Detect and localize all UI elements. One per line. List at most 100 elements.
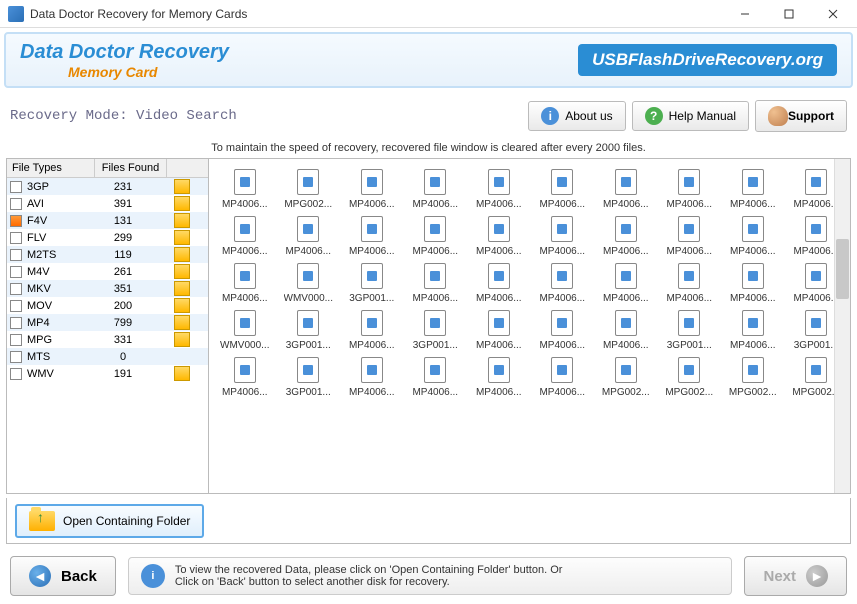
file-item[interactable]: MP4006...: [467, 212, 531, 257]
file-item[interactable]: MP4006...: [467, 353, 531, 398]
file-item[interactable]: MP4006...: [467, 306, 531, 351]
file-item[interactable]: MP4006...: [404, 212, 468, 257]
file-type-row[interactable]: MPG331: [7, 331, 208, 348]
folder-icon: [29, 511, 55, 531]
file-type-icon: [10, 232, 22, 244]
file-icon: [488, 216, 510, 242]
file-icon: [488, 263, 510, 289]
file-item[interactable]: MP4006...: [277, 212, 341, 257]
file-types-header: File Types Files Found: [7, 159, 208, 178]
file-item[interactable]: MP4006...: [721, 212, 785, 257]
file-label: MP4006...: [793, 246, 839, 257]
col-files-found: Files Found: [95, 159, 167, 177]
file-item[interactable]: MP4006...: [467, 259, 531, 304]
file-item[interactable]: MP4006...: [594, 212, 658, 257]
file-icon: [424, 310, 446, 336]
file-label: MP4006...: [603, 199, 649, 210]
file-type-bar: [174, 230, 190, 245]
info-strip: To maintain the speed of recovery, recov…: [0, 140, 857, 156]
scrollbar-thumb[interactable]: [836, 239, 849, 299]
file-item[interactable]: 3GP001...: [340, 259, 404, 304]
file-type-row[interactable]: M2TS119: [7, 246, 208, 263]
file-item[interactable]: MP4006...: [213, 259, 277, 304]
window-title: Data Doctor Recovery for Memory Cards: [30, 7, 723, 21]
file-item[interactable]: MP4006...: [531, 353, 595, 398]
file-type-row[interactable]: M4V261: [7, 263, 208, 280]
file-label: 3GP001...: [794, 340, 839, 351]
file-icon: [297, 216, 319, 242]
file-type-row[interactable]: MP4799: [7, 314, 208, 331]
file-item[interactable]: MP4006...: [658, 165, 722, 210]
file-item[interactable]: MP4006...: [404, 259, 468, 304]
file-icon: [361, 216, 383, 242]
file-types-list[interactable]: 3GP231AVI391F4V131FLV299M2TS119M4V261MKV…: [7, 178, 208, 493]
help-label: Help Manual: [669, 109, 736, 123]
maximize-button[interactable]: [767, 0, 811, 27]
file-item[interactable]: MP4006...: [658, 212, 722, 257]
file-item[interactable]: MP4006...: [340, 212, 404, 257]
file-grid[interactable]: MP4006...MPG002...MP4006...MP4006...MP40…: [209, 159, 850, 402]
file-type-row[interactable]: MKV351: [7, 280, 208, 297]
file-item[interactable]: MP4006...: [340, 306, 404, 351]
open-folder-row: Open Containing Folder: [6, 498, 851, 544]
file-item[interactable]: MP4006...: [531, 306, 595, 351]
file-item[interactable]: MPG002...: [721, 353, 785, 398]
file-item[interactable]: MP4006...: [721, 165, 785, 210]
next-button[interactable]: Next ►: [744, 556, 847, 596]
col-file-types: File Types: [7, 159, 95, 177]
file-item[interactable]: WMV000...: [277, 259, 341, 304]
file-item[interactable]: MPG002...: [594, 353, 658, 398]
file-type-count: 119: [95, 249, 151, 261]
close-button[interactable]: [811, 0, 855, 27]
file-item[interactable]: WMV000...: [213, 306, 277, 351]
file-item[interactable]: MP4006...: [340, 353, 404, 398]
file-type-row[interactable]: FLV299: [7, 229, 208, 246]
file-type-row[interactable]: MTS0: [7, 348, 208, 365]
about-button[interactable]: i About us: [528, 101, 625, 131]
file-item[interactable]: MPG002...: [277, 165, 341, 210]
back-button[interactable]: ◄ Back: [10, 556, 116, 596]
file-item[interactable]: MP4006...: [594, 259, 658, 304]
file-types-panel: File Types Files Found 3GP231AVI391F4V13…: [7, 159, 209, 493]
file-item[interactable]: MP4006...: [721, 306, 785, 351]
file-item[interactable]: MP4006...: [531, 212, 595, 257]
file-item[interactable]: MP4006...: [467, 165, 531, 210]
help-button[interactable]: ? Help Manual: [632, 101, 749, 131]
file-type-row[interactable]: 3GP231: [7, 178, 208, 195]
file-type-row[interactable]: WMV191: [7, 365, 208, 382]
file-item[interactable]: MP4006...: [531, 165, 595, 210]
file-item[interactable]: MP4006...: [721, 259, 785, 304]
file-item[interactable]: MP4006...: [213, 165, 277, 210]
file-item[interactable]: MP4006...: [531, 259, 595, 304]
file-item[interactable]: 3GP001...: [277, 306, 341, 351]
file-label: MP4006...: [349, 199, 395, 210]
file-item[interactable]: MP4006...: [594, 306, 658, 351]
file-item[interactable]: MP4006...: [594, 165, 658, 210]
scrollbar[interactable]: [834, 159, 850, 493]
file-icon: [297, 310, 319, 336]
file-item[interactable]: MP4006...: [404, 353, 468, 398]
file-icon: [742, 310, 764, 336]
file-label: 3GP001...: [286, 340, 331, 351]
file-item[interactable]: MPG002...: [658, 353, 722, 398]
file-icon: [234, 310, 256, 336]
file-icon: [234, 216, 256, 242]
app-icon: [8, 6, 24, 22]
file-item[interactable]: MP4006...: [404, 165, 468, 210]
file-item[interactable]: 3GP001...: [277, 353, 341, 398]
file-icon: [361, 169, 383, 195]
file-item[interactable]: 3GP001...: [658, 306, 722, 351]
file-type-icon: [10, 368, 22, 380]
file-item[interactable]: MP4006...: [213, 212, 277, 257]
file-item[interactable]: MP4006...: [658, 259, 722, 304]
header-banner: Data Doctor Recovery Memory Card USBFlas…: [4, 32, 853, 88]
support-button[interactable]: Support: [755, 100, 847, 132]
file-type-row[interactable]: AVI391: [7, 195, 208, 212]
file-item[interactable]: 3GP001...: [404, 306, 468, 351]
file-type-row[interactable]: F4V131: [7, 212, 208, 229]
file-type-row[interactable]: MOV200: [7, 297, 208, 314]
file-item[interactable]: MP4006...: [340, 165, 404, 210]
open-containing-folder-button[interactable]: Open Containing Folder: [15, 504, 204, 538]
minimize-button[interactable]: [723, 0, 767, 27]
file-item[interactable]: MP4006...: [213, 353, 277, 398]
